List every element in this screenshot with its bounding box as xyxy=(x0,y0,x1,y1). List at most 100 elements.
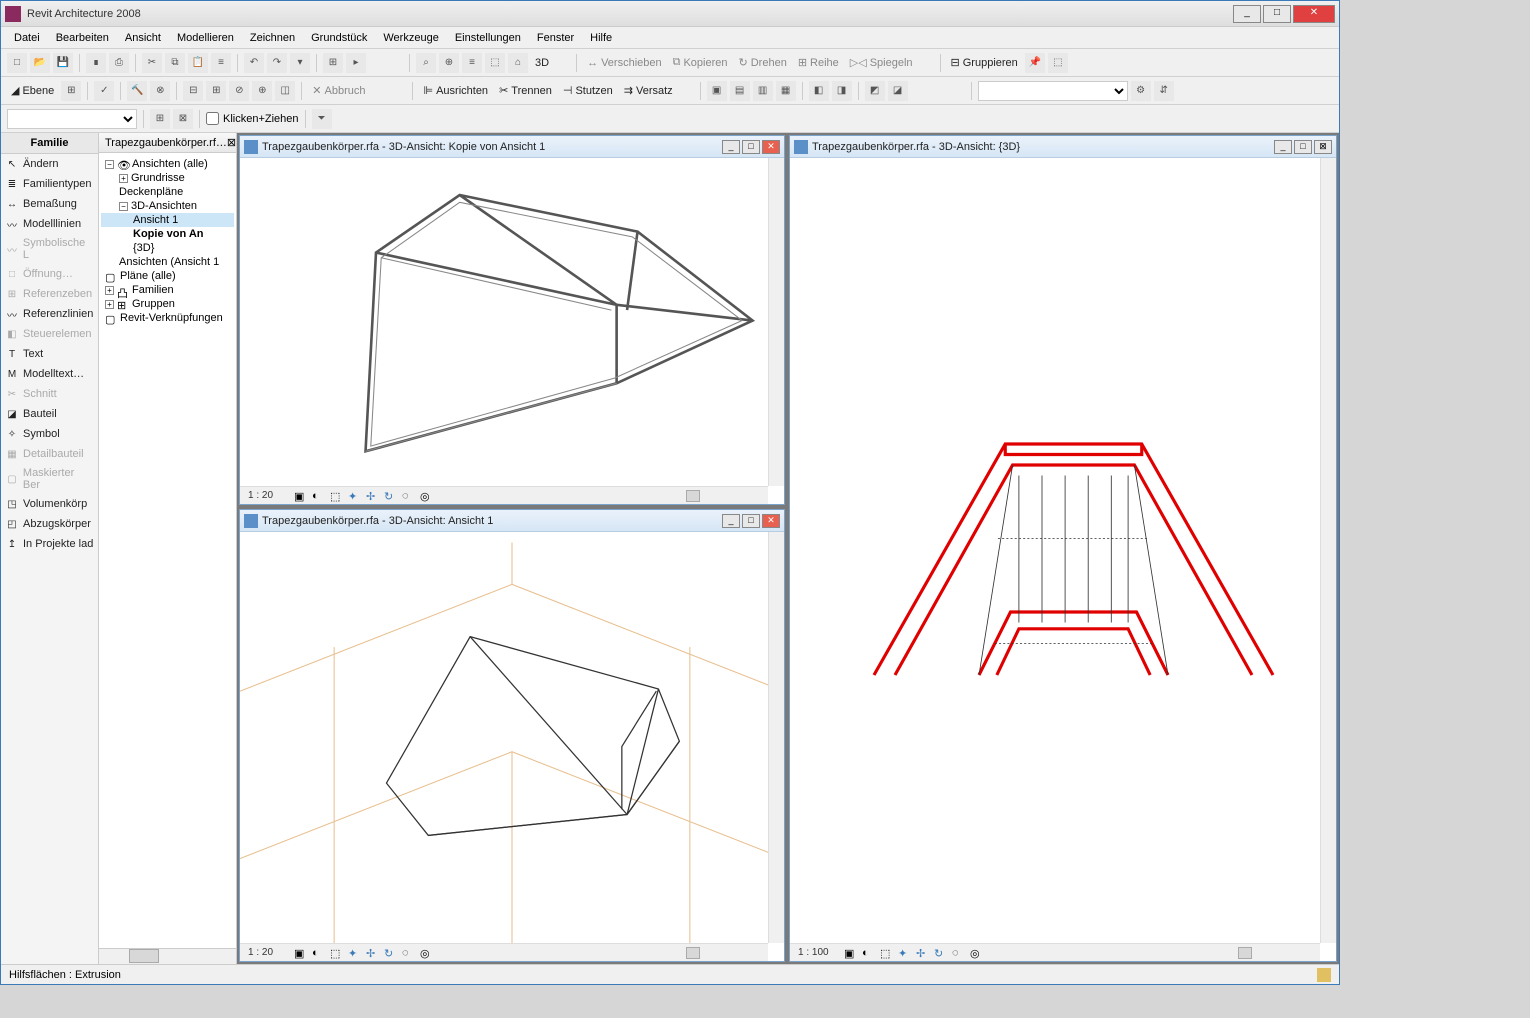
mirror-button[interactable]: ▷◁ Spiegeln xyxy=(846,56,917,69)
hide-icon[interactable]: ◌ xyxy=(402,490,414,502)
view-titlebar[interactable]: Trapezgaubenkörper.rfa - 3D-Ansicht: {3D… xyxy=(790,136,1336,158)
browser-tab[interactable]: Trapezgaubenkörper.rf… ⊠ xyxy=(99,133,236,153)
crop-icon[interactable]: ⬚ xyxy=(330,947,342,959)
menu-zeichnen[interactable]: Zeichnen xyxy=(243,30,302,46)
thin-lines-icon[interactable]: ≡ xyxy=(462,53,482,73)
view-max-button[interactable]: □ xyxy=(1294,140,1312,154)
nav2-icon[interactable]: ✢ xyxy=(366,490,378,502)
crop-icon[interactable]: ⬚ xyxy=(880,947,892,959)
rotate-button[interactable]: ↻ Drehen xyxy=(735,56,791,69)
design-item-volumen[interactable]: ◳Volumenkörp xyxy=(1,494,98,514)
selection-filter[interactable] xyxy=(7,109,137,129)
click-drag-input[interactable] xyxy=(206,112,219,125)
match-icon[interactable]: ≡ xyxy=(211,53,231,73)
redo-icon[interactable]: ↷ xyxy=(267,53,287,73)
zoom-region-icon[interactable]: ⌕ xyxy=(416,53,436,73)
tree-node[interactable]: +凸Familien xyxy=(101,283,234,297)
tool-e-icon[interactable]: ◧ xyxy=(809,81,829,101)
menu-bearbeiten[interactable]: Bearbeiten xyxy=(49,30,116,46)
saveall-icon[interactable]: ∎ xyxy=(86,53,106,73)
nav1-icon[interactable]: ✦ xyxy=(898,947,910,959)
nav3-icon[interactable]: ↻ xyxy=(384,490,396,502)
scale-label[interactable]: 1 : 20 xyxy=(248,947,288,958)
ausrichten-button[interactable]: ⊫ Ausrichten xyxy=(419,84,492,97)
hscroll-thumb[interactable] xyxy=(1238,947,1252,959)
paste-icon[interactable]: 📋 xyxy=(188,53,208,73)
scale-label[interactable]: 1 : 20 xyxy=(248,490,288,501)
view-titlebar[interactable]: Trapezgaubenkörper.rfa - 3D-Ansicht: Kop… xyxy=(240,136,784,158)
phase-icon[interactable]: ⊗ xyxy=(150,81,170,101)
hide-icon[interactable]: ◌ xyxy=(952,947,964,959)
split-icon[interactable]: ⊟ xyxy=(183,81,203,101)
nav2-icon[interactable]: ✢ xyxy=(916,947,928,959)
expander-icon[interactable]: − xyxy=(119,202,128,211)
model-graphics-icon[interactable]: ▣ xyxy=(844,947,856,959)
design-item-familientypen[interactable]: ≣Familientypen xyxy=(1,174,98,194)
shadow-icon[interactable]: ◐ xyxy=(312,490,324,502)
click-drag-checkbox[interactable]: Klicken+Ziehen xyxy=(206,112,299,125)
tool-c-icon[interactable]: ▥ xyxy=(753,81,773,101)
model-graphics-icon[interactable]: ▣ xyxy=(294,490,306,502)
3d-button[interactable]: 3D xyxy=(531,57,553,69)
menu-werkzeuge[interactable]: Werkzeuge xyxy=(376,30,445,46)
tree-node[interactable]: Kopie von An xyxy=(101,227,234,241)
grid-icon[interactable]: ⊞ xyxy=(61,81,81,101)
shadow-icon[interactable]: ◐ xyxy=(312,947,324,959)
reveal-icon[interactable]: ◎ xyxy=(420,947,432,959)
versatz-button[interactable]: ⇉ Versatz xyxy=(620,84,677,97)
close-button[interactable]: ✕ xyxy=(1293,5,1335,23)
zoom-fit-icon[interactable]: ⊕ xyxy=(439,53,459,73)
nav2-icon[interactable]: ✢ xyxy=(366,947,378,959)
menu-hilfe[interactable]: Hilfe xyxy=(583,30,619,46)
nav1-icon[interactable]: ✦ xyxy=(348,947,360,959)
browser-hscroll[interactable] xyxy=(99,948,236,964)
filter-b-icon[interactable]: ⇵ xyxy=(1154,81,1174,101)
move-button[interactable]: ↔ Verschieben xyxy=(583,57,666,69)
vscroll[interactable] xyxy=(768,532,784,943)
copy-icon[interactable]: ⧉ xyxy=(165,53,185,73)
menu-modellieren[interactable]: Modellieren xyxy=(170,30,241,46)
tree-node[interactable]: Ansichten (Ansicht 1 xyxy=(101,255,234,269)
reveal-icon[interactable]: ◎ xyxy=(970,947,982,959)
group-button[interactable]: ⊟ Gruppieren xyxy=(947,56,1022,69)
menu-ansicht[interactable]: Ansicht xyxy=(118,30,168,46)
tool-f-icon[interactable]: ◨ xyxy=(832,81,852,101)
status-warning-icon[interactable] xyxy=(1317,968,1331,982)
view-titlebar[interactable]: Trapezgaubenkörper.rfa - 3D-Ansicht: Ans… xyxy=(240,510,784,532)
model-graphics-icon[interactable]: ▣ xyxy=(294,947,306,959)
viewport[interactable]: 1 : 20 ▣ ◐ ⬚ ✦ ✢ ↻ ◌ ◎ xyxy=(240,158,784,504)
design-item-text[interactable]: TText xyxy=(1,344,98,364)
browser-tree[interactable]: −👁Ansichten (alle)+GrundrisseDeckenpläne… xyxy=(99,153,236,948)
design-item-bemassung[interactable]: ↔Bemaßung xyxy=(1,194,98,214)
menu-datei[interactable]: Datei xyxy=(7,30,47,46)
nav3-icon[interactable]: ↻ xyxy=(934,947,946,959)
menu-fenster[interactable]: Fenster xyxy=(530,30,581,46)
copy-button[interactable]: ⧉ Kopieren xyxy=(669,56,732,69)
design-item-reflinien[interactable]: 〰Referenzlinien xyxy=(1,304,98,324)
view-min-button[interactable]: _ xyxy=(722,140,740,154)
tree-node[interactable]: +⊞Gruppen xyxy=(101,297,234,311)
opt-a-icon[interactable]: ⊞ xyxy=(150,109,170,129)
filter-a-icon[interactable]: ⚙ xyxy=(1131,81,1151,101)
scale-label[interactable]: 1 : 100 xyxy=(798,947,838,958)
titlebar[interactable]: Revit Architecture 2008 _ □ ✕ xyxy=(1,1,1339,27)
tool-a-icon[interactable]: ▣ xyxy=(707,81,727,101)
tool-d-icon[interactable]: ▦ xyxy=(776,81,796,101)
vscroll[interactable] xyxy=(1320,158,1336,943)
reveal-icon[interactable]: ◎ xyxy=(420,490,432,502)
undo-icon[interactable]: ↶ xyxy=(244,53,264,73)
save-icon[interactable]: 💾 xyxy=(53,53,73,73)
ebene-button[interactable]: ◢ Ebene xyxy=(7,84,58,97)
tree-node[interactable]: Deckenpläne xyxy=(101,185,234,199)
tool-b-icon[interactable]: ▤ xyxy=(730,81,750,101)
new-icon[interactable]: □ xyxy=(7,53,27,73)
tool-g-icon[interactable]: ◩ xyxy=(865,81,885,101)
tool-h-icon[interactable]: ◪ xyxy=(888,81,908,101)
options-icon[interactable]: ▸ xyxy=(346,53,366,73)
view-close-button[interactable]: ⊠ xyxy=(1314,140,1332,154)
tree-node[interactable]: ▢Revit-Verknüpfungen xyxy=(101,311,234,325)
tree-node[interactable]: +Grundrisse xyxy=(101,171,234,185)
opt-b-icon[interactable]: ⊠ xyxy=(173,109,193,129)
abbruch-button[interactable]: ✕ Abbruch xyxy=(308,84,369,97)
hide-icon[interactable]: ◌ xyxy=(402,947,414,959)
